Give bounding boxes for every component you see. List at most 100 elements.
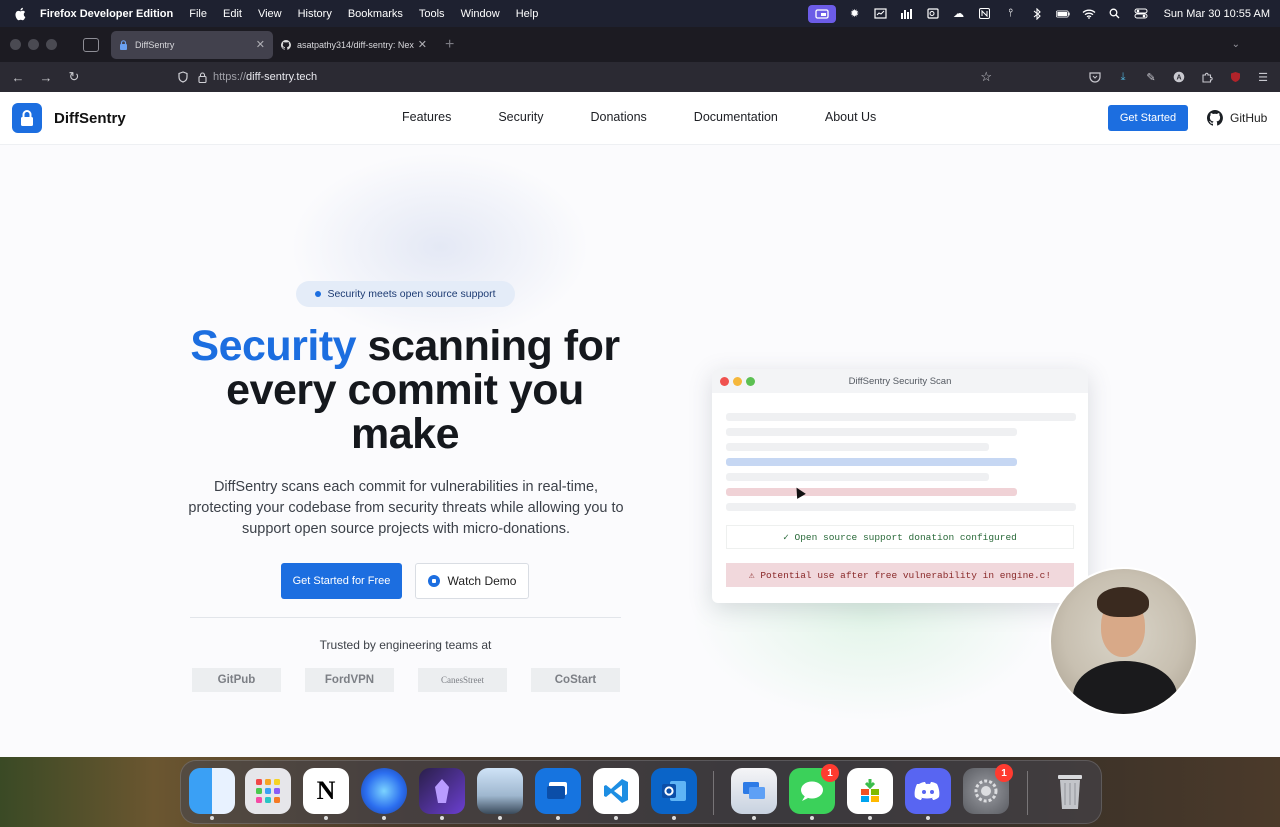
vscode-icon[interactable] xyxy=(593,768,639,820)
menu-edit[interactable]: Edit xyxy=(223,8,242,20)
firefox-icon[interactable] xyxy=(361,768,407,820)
pocket-icon[interactable] xyxy=(1088,70,1102,84)
running-indicator xyxy=(614,816,618,820)
get-started-free-button[interactable]: Get Started for Free xyxy=(281,563,402,599)
nav-link-features[interactable]: Features xyxy=(402,110,451,124)
downloads-icon[interactable]: ⤓ xyxy=(1116,70,1130,84)
airdrop-icon[interactable]: ⫯ xyxy=(1004,7,1018,20)
code-line-highlight-red xyxy=(726,488,1017,496)
background-glow-top xyxy=(290,152,590,342)
menu-help[interactable]: Help xyxy=(516,8,539,20)
extensions-puzzle-icon[interactable] xyxy=(1200,70,1214,84)
back-arrow-icon[interactable]: ← xyxy=(4,70,32,85)
presenter-hair xyxy=(1097,587,1149,617)
launchpad-icon[interactable] xyxy=(245,768,291,814)
firefox-view-icon[interactable] xyxy=(83,37,99,52)
nav-link-documentation[interactable]: Documentation xyxy=(694,110,778,124)
lock-logo-icon xyxy=(12,103,42,133)
stats-icon[interactable] xyxy=(900,8,914,20)
spotlight-search-icon[interactable] xyxy=(1108,8,1122,20)
outlook-icon[interactable] xyxy=(651,768,697,820)
close-tab-icon[interactable]: ✕ xyxy=(256,38,265,51)
activity-monitor-icon[interactable] xyxy=(874,8,888,20)
menu-view[interactable]: View xyxy=(258,8,282,20)
menubar-clock[interactable]: Sun Mar 30 10:55 AM xyxy=(1164,8,1270,20)
wrench-devtools-icon[interactable]: ✎ xyxy=(1144,70,1158,84)
store-icon[interactable] xyxy=(847,768,893,820)
hero-title-line1-rest: scanning for xyxy=(356,322,621,370)
menu-bookmarks[interactable]: Bookmarks xyxy=(348,8,403,20)
lock-favicon-icon xyxy=(119,39,129,50)
ublock-origin-icon[interactable] xyxy=(1228,70,1242,84)
trash-icon[interactable] xyxy=(1047,768,1093,814)
scan-warning-message: ⚠ Potential use after free vulnerability… xyxy=(726,563,1074,587)
brightness-icon[interactable]: ✹ xyxy=(848,8,862,20)
close-window-button[interactable] xyxy=(10,39,21,50)
apple-icon[interactable] xyxy=(14,7,26,21)
pill-dot-icon xyxy=(315,291,322,297)
site-logo[interactable]: DiffSentry xyxy=(12,103,126,133)
messages-badge: 1 xyxy=(821,764,839,782)
github-link-label: GitHub xyxy=(1230,111,1268,125)
github-icon xyxy=(1207,110,1223,126)
menu-window[interactable]: Window xyxy=(461,8,500,20)
dock-separator xyxy=(713,771,714,815)
menu-history[interactable]: History xyxy=(298,8,332,20)
forward-arrow-icon[interactable]: → xyxy=(32,70,60,85)
running-indicator xyxy=(672,816,676,820)
svg-text:A: A xyxy=(1176,75,1181,82)
bluetooth-icon[interactable] xyxy=(1030,7,1044,20)
github-favicon-icon xyxy=(281,39,291,50)
obsidian-icon[interactable] xyxy=(419,768,465,820)
outlook-menubar-icon[interactable] xyxy=(926,8,940,20)
browser-toolbar-extensions: ⤓ ✎ A ☰ xyxy=(1088,62,1270,92)
discord-icon[interactable] xyxy=(905,768,951,820)
menubar-app-name[interactable]: Firefox Developer Edition xyxy=(40,8,173,20)
preview-icon[interactable] xyxy=(477,768,523,820)
menu-tools[interactable]: Tools xyxy=(419,8,445,20)
nav-link-about-us[interactable]: About Us xyxy=(825,110,876,124)
play-icon xyxy=(427,575,440,587)
messages-icon[interactable]: 1 xyxy=(789,764,839,820)
running-indicator xyxy=(210,816,214,820)
nav-link-donations[interactable]: Donations xyxy=(591,110,647,124)
settings-icon[interactable]: 1 xyxy=(963,764,1013,814)
browser-tab-strip: DiffSentry ✕ asatpathy314/diff-sentry: N… xyxy=(0,27,1280,62)
battery-icon[interactable] xyxy=(1055,8,1070,20)
list-all-tabs-chevron-icon[interactable]: ⌄ xyxy=(1232,39,1240,50)
zoom-window-button[interactable] xyxy=(46,39,57,50)
site-nav: Features Security Donations Documentatio… xyxy=(402,110,876,124)
minimize-window-button[interactable] xyxy=(28,39,39,50)
github-link[interactable]: GitHub xyxy=(1207,110,1267,126)
finder-icon[interactable] xyxy=(189,768,235,820)
menu-file[interactable]: File xyxy=(189,8,207,20)
screen-recording-icon[interactable] xyxy=(807,4,836,23)
new-tab-plus-icon[interactable]: + xyxy=(445,36,454,54)
site-lock-icon[interactable] xyxy=(198,71,207,83)
notion-icon[interactable]: N xyxy=(303,768,349,820)
notion-menubar-icon[interactable] xyxy=(978,8,992,20)
remote-desktop-icon[interactable] xyxy=(535,768,581,820)
site-header: DiffSentry Features Security Donations D… xyxy=(0,92,1280,145)
code-line-placeholder xyxy=(726,428,1017,436)
watch-demo-button[interactable]: Watch Demo xyxy=(415,563,529,599)
screen-sharing-icon[interactable] xyxy=(731,768,777,820)
tab-diffsentry[interactable]: DiffSentry ✕ xyxy=(111,30,273,59)
trusted-logo-gitpub: GitPub xyxy=(192,668,281,692)
settings-badge: 1 xyxy=(995,764,1013,782)
tab-github-repo[interactable]: asatpathy314/diff-sentry: Next- ✕ xyxy=(273,31,435,59)
tracking-protection-shield-icon[interactable] xyxy=(178,71,188,83)
bookmark-star-icon[interactable]: ☆ xyxy=(980,69,992,85)
nav-link-security[interactable]: Security xyxy=(498,110,543,124)
address-bar[interactable]: https:// diff-sentry.tech ☆ xyxy=(170,66,1000,88)
cloud-icon[interactable]: ☁ xyxy=(952,8,966,20)
reload-icon[interactable]: ↻ xyxy=(60,69,88,85)
wifi-icon[interactable] xyxy=(1082,8,1096,20)
header-get-started-button[interactable]: Get Started xyxy=(1108,105,1188,131)
account-icon[interactable]: A xyxy=(1172,70,1186,84)
app-menu-hamburger-icon[interactable]: ☰ xyxy=(1256,70,1270,84)
trusted-logo-fordvpn: FordVPN xyxy=(305,668,394,692)
close-tab-icon[interactable]: ✕ xyxy=(418,38,427,51)
watch-demo-label: Watch Demo xyxy=(447,574,517,588)
control-center-icon[interactable] xyxy=(1134,8,1148,20)
